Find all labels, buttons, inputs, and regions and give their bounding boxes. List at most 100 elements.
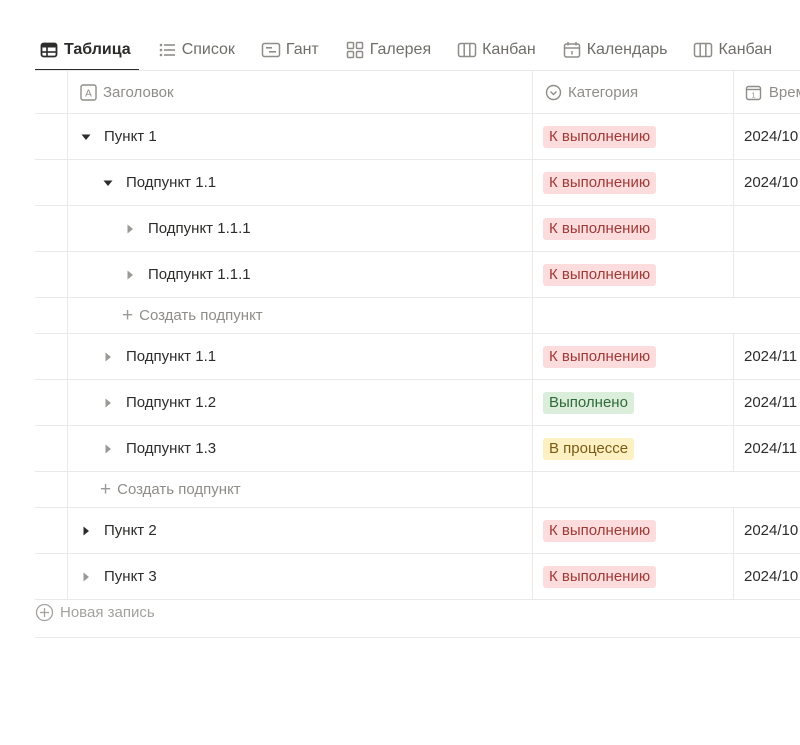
time-cell[interactable]: 2024/10 — [734, 508, 800, 553]
category-cell[interactable]: К выполнению — [533, 160, 734, 205]
time-cell[interactable]: 2024/10 — [734, 554, 800, 599]
title-cell[interactable]: Пункт 2 — [68, 508, 533, 553]
table-row[interactable]: Подпункт 1.1.1 К выполнению — [35, 206, 800, 252]
kanban-icon — [693, 40, 713, 60]
gantt-icon — [261, 40, 281, 60]
table-row[interactable]: Пункт 3 К выполнению 2024/10 — [35, 554, 800, 600]
table-row[interactable]: Подпункт 1.1 К выполнению 2024/10 — [35, 160, 800, 206]
row-handle-cell — [35, 426, 68, 471]
data-table: A Заголовок Категория 1 Время Пункт 1 К в… — [35, 71, 800, 600]
svg-text:A: A — [85, 88, 92, 99]
view-tabs: Таблица Список Гант Галерея Канбан Кален… — [35, 30, 794, 71]
time-cell[interactable]: 2024/10 — [734, 160, 800, 205]
row-title: Подпункт 1.1 — [126, 174, 217, 191]
table-row[interactable]: Подпункт 1.2 Выполнено 2024/11 — [35, 380, 800, 426]
row-title: Подпункт 1.3 — [126, 440, 217, 457]
tab-label: Список — [181, 41, 235, 58]
tab-gallery[interactable]: Галерея — [341, 30, 435, 70]
toggle-closed-icon[interactable] — [100, 349, 116, 365]
plus-circle-icon — [35, 603, 54, 622]
table-row[interactable]: Пункт 2 К выполнению 2024/10 — [35, 508, 800, 554]
time-cell[interactable] — [734, 252, 800, 297]
row-handle-cell — [35, 472, 68, 507]
row-handle-cell — [35, 508, 68, 553]
title-cell[interactable]: Подпункт 1.1.1 — [68, 252, 533, 297]
title-cell[interactable]: Пункт 3 — [68, 554, 533, 599]
title-cell[interactable]: Подпункт 1.1 — [68, 334, 533, 379]
tab-label: Гант — [285, 41, 319, 58]
status-badge: К выполнению — [543, 125, 657, 148]
title-cell[interactable]: Пункт 1 — [68, 114, 533, 159]
category-cell[interactable]: К выполнению — [533, 508, 734, 553]
column-header-title[interactable]: A Заголовок — [68, 71, 533, 113]
title-cell[interactable]: + Создать подпункт — [68, 472, 533, 507]
toggle-closed-icon[interactable] — [100, 395, 116, 411]
tab-gantt[interactable]: Гант — [257, 30, 323, 70]
table-row[interactable]: Подпункт 1.1 К выполнению 2024/11 — [35, 334, 800, 380]
row-handle-cell — [35, 554, 68, 599]
row-handle-cell — [35, 380, 68, 425]
toggle-closed-icon[interactable] — [122, 267, 138, 283]
date-value: 2024/10 — [744, 174, 799, 191]
title-cell[interactable]: Подпункт 1.2 — [68, 380, 533, 425]
column-header-time[interactable]: 1 Время — [734, 71, 800, 113]
row-title: Подпункт 1.1.1 — [148, 266, 251, 283]
status-badge: К выполнению — [543, 519, 657, 542]
row-handle-cell — [35, 252, 68, 297]
category-cell[interactable]: К выполнению — [533, 206, 734, 251]
time-cell[interactable] — [734, 206, 800, 251]
status-badge: К выполнению — [543, 171, 657, 194]
toggle-open-icon[interactable] — [100, 175, 116, 191]
time-cell[interactable]: 2024/11 — [734, 426, 800, 471]
status-badge: К выполнению — [543, 217, 657, 240]
category-cell[interactable]: К выполнению — [533, 554, 734, 599]
row-title: Подпункт 1.2 — [126, 394, 217, 411]
create-subitem-row[interactable]: + Создать подпункт — [35, 298, 800, 334]
row-handle-cell — [35, 298, 68, 333]
time-cell[interactable]: 2024/11 — [734, 334, 800, 379]
toggle-closed-icon[interactable] — [100, 441, 116, 457]
category-cell[interactable]: К выполнению — [533, 252, 734, 297]
toggle-open-icon[interactable] — [78, 129, 94, 145]
row-title: Подпункт 1.1 — [126, 348, 217, 365]
list-icon — [157, 40, 177, 60]
tab-calendar[interactable]: Календарь — [558, 30, 672, 70]
calendar-icon — [562, 40, 582, 60]
table-row[interactable]: Пункт 1 К выполнению 2024/10 — [35, 114, 800, 160]
column-header-category[interactable]: Категория — [533, 71, 734, 113]
tab-list[interactable]: Список — [153, 30, 239, 70]
category-cell[interactable]: В процессе — [533, 426, 734, 471]
status-badge: К выполнению — [543, 565, 657, 588]
table-body: Пункт 1 К выполнению 2024/10 Подпункт 1.1 К … — [35, 114, 800, 600]
time-cell[interactable]: 2024/11 — [734, 380, 800, 425]
toggle-closed-icon[interactable] — [78, 523, 94, 539]
table-row[interactable]: Подпункт 1.3 В процессе 2024/11 — [35, 426, 800, 472]
date-value: 2024/11 — [744, 348, 798, 365]
tab-kanban-2[interactable]: Канбан — [689, 30, 776, 70]
toggle-closed-icon[interactable] — [122, 221, 138, 237]
row-title: Пункт 3 — [104, 568, 157, 585]
svg-text:1: 1 — [752, 90, 756, 99]
gallery-icon — [345, 40, 365, 60]
time-cell[interactable]: 2024/10 — [734, 114, 800, 159]
table-row[interactable]: Подпункт 1.1.1 К выполнению — [35, 252, 800, 298]
kanban-icon — [457, 40, 477, 60]
toggle-closed-icon[interactable] — [78, 569, 94, 585]
category-cell[interactable]: К выполнению — [533, 334, 734, 379]
title-cell[interactable]: Подпункт 1.1.1 — [68, 206, 533, 251]
date-value: 2024/11 — [744, 394, 798, 411]
plus-icon: + — [122, 305, 134, 326]
category-cell[interactable]: К выполнению — [533, 114, 734, 159]
category-cell[interactable]: Выполнено — [533, 380, 734, 425]
tab-label: Таблица — [64, 41, 131, 58]
tab-kanban[interactable]: Канбан — [453, 30, 540, 70]
title-cell[interactable]: + Создать подпункт — [68, 298, 533, 333]
new-record-button[interactable]: Новая запись — [35, 603, 155, 622]
title-cell[interactable]: Подпункт 1.3 — [68, 426, 533, 471]
create-subitem-row[interactable]: + Создать подпункт — [35, 472, 800, 508]
row-title: Подпункт 1.1.1 — [148, 220, 251, 237]
tab-table[interactable]: Таблица — [35, 30, 139, 71]
title-cell[interactable]: Подпункт 1.1 — [68, 160, 533, 205]
row-handle-cell — [35, 114, 68, 159]
tab-label: Канбан — [718, 41, 773, 58]
